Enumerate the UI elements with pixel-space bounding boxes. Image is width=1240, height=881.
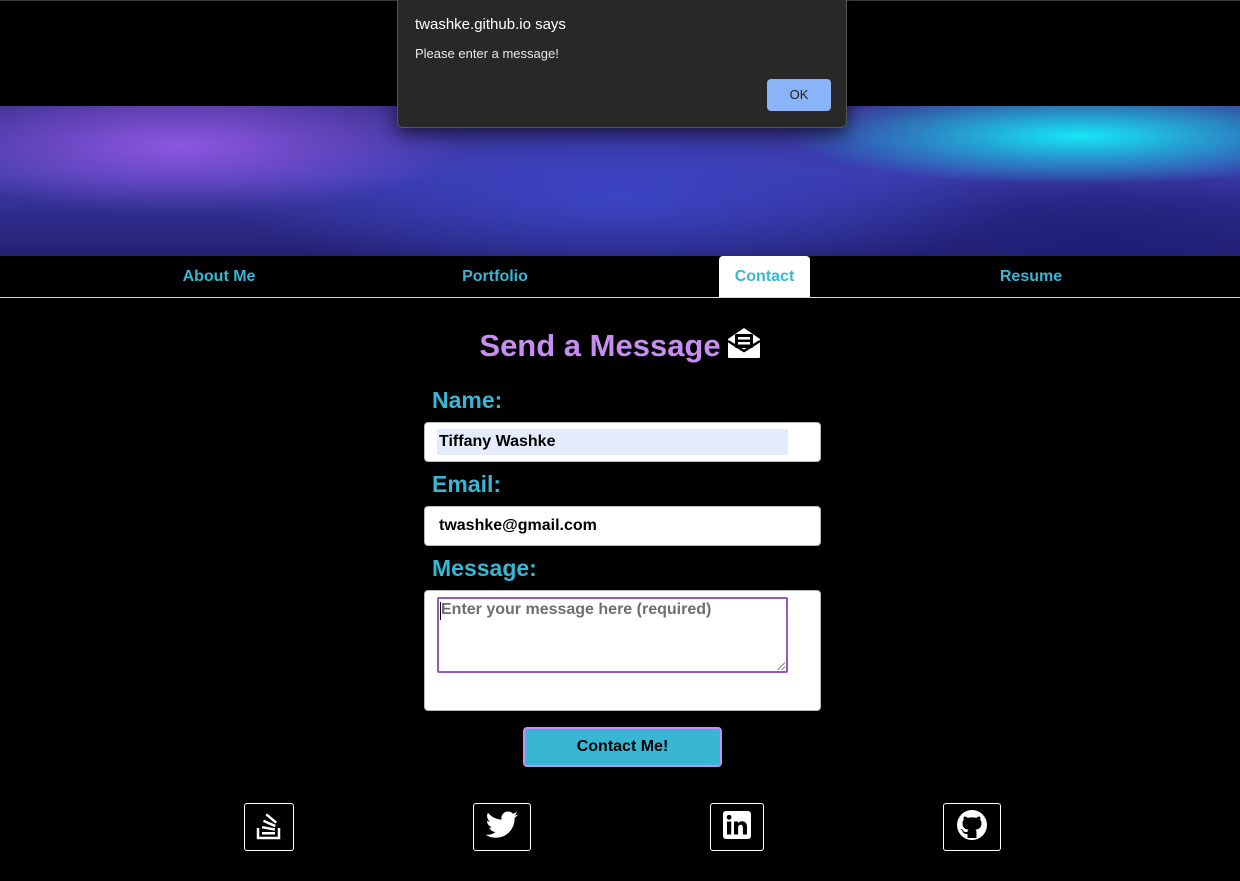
email-value: twashke@gmail.com [439,517,597,534]
envelope-open-text-icon [726,327,761,369]
name-label: Name: [432,387,503,413]
name-field[interactable]: Tiffany Washke [424,422,821,462]
name-value: Tiffany Washke [439,433,556,450]
page-title: Send a Message [0,326,1240,369]
message-field-wrapper: Enter your message here (required) [424,590,821,711]
linkedin-link[interactable] [710,803,764,851]
contact-me-button[interactable]: Contact Me! [523,727,722,767]
stack-overflow-link[interactable] [244,803,294,851]
text-caret [440,602,441,620]
header-banner [0,106,1240,256]
nav-resume[interactable]: Resume [960,256,1102,297]
message-textarea[interactable]: Enter your message here (required) [437,597,788,673]
nav-contact[interactable]: Contact [719,256,810,297]
github-link[interactable] [943,803,1001,851]
stack-overflow-icon [256,810,282,845]
page-title-text: Send a Message [479,328,721,363]
linkedin-icon [723,810,751,844]
twitter-icon [485,811,519,844]
alert-dialog: twashke.github.io says Please enter a me… [397,0,847,128]
email-field[interactable]: twashke@gmail.com [424,506,821,546]
github-icon [956,809,988,846]
dialog-message: Please enter a message! [415,46,559,61]
dialog-ok-button[interactable]: OK [767,79,831,111]
nav-portfolio[interactable]: Portfolio [416,256,574,297]
message-placeholder: Enter your message here (required) [441,601,712,618]
main-nav: About Me Portfolio Contact Resume [0,256,1240,298]
message-label: Message: [432,555,537,581]
resize-handle[interactable] [777,662,785,670]
dialog-origin: twashke.github.io says [415,16,566,33]
nav-about-me[interactable]: About Me [133,256,305,297]
email-label: Email: [432,471,502,497]
twitter-link[interactable] [473,803,531,851]
